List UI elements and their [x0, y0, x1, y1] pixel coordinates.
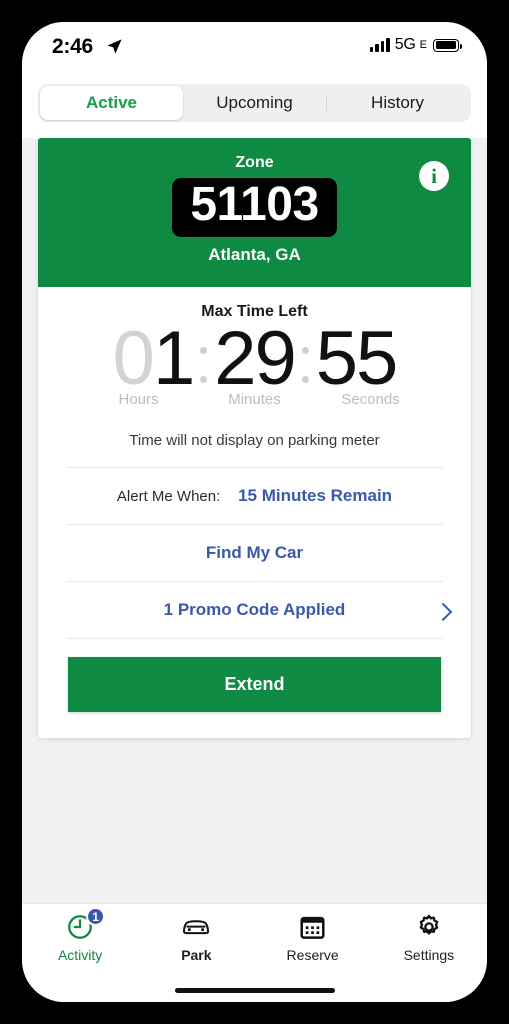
- status-indicators: 5G E: [369, 36, 462, 54]
- timer-label-hours: Hours: [118, 391, 159, 409]
- promo-code-row[interactable]: 1 Promo Code Applied: [38, 582, 471, 638]
- nav-label-park: Park: [181, 947, 212, 963]
- car-icon: [181, 912, 211, 942]
- timer-colon-1-icon: [193, 319, 214, 383]
- tab-history[interactable]: History: [326, 86, 469, 120]
- signal-bars-icon: [369, 38, 390, 52]
- clock-icon: 1: [66, 907, 106, 942]
- info-icon[interactable]: i: [419, 161, 449, 191]
- zone-header: Zone 51103 Atlanta, GA i: [38, 138, 471, 287]
- activity-badge: 1: [86, 907, 106, 926]
- alert-me-when-value: 15 Minutes Remain: [238, 486, 393, 506]
- home-indicator: [174, 988, 335, 993]
- tab-active-label: Active: [85, 93, 138, 112]
- alert-me-when-label: Alert Me When:: [116, 488, 221, 506]
- tab-history-label: History: [371, 93, 424, 112]
- nav-label-activity: Activity: [57, 947, 103, 963]
- nav-item-reserve[interactable]: Reserve: [255, 912, 371, 963]
- nav-label-settings: Settings: [403, 947, 455, 963]
- tab-active[interactable]: Active: [40, 86, 183, 120]
- parking-session-card: Zone 51103 Atlanta, GA i Max Time Left 0…: [38, 138, 471, 739]
- status-time: 2:46: [52, 35, 93, 58]
- extend-button-wrap: Extend: [38, 639, 471, 738]
- find-my-car-label: Find My Car: [205, 543, 304, 563]
- extend-button[interactable]: Extend: [68, 657, 441, 713]
- zone-label: Zone: [235, 154, 274, 171]
- meter-note: Time will not display on parking meter: [129, 432, 380, 450]
- promo-code-label: 1 Promo Code Applied: [163, 600, 346, 620]
- tab-upcoming[interactable]: Upcoming: [183, 86, 326, 120]
- nav-item-settings[interactable]: Settings: [371, 912, 487, 963]
- timer-hours-dim: 0: [112, 315, 155, 401]
- alert-me-when-row[interactable]: Alert Me When: 15 Minutes Remain: [38, 468, 471, 524]
- timer-colon-2-icon: [295, 319, 316, 383]
- info-icon-glyph: i: [431, 163, 437, 188]
- find-my-car-row[interactable]: Find My Car: [38, 525, 471, 581]
- calendar-icon: [299, 912, 326, 942]
- segment-divider: [326, 95, 327, 111]
- timer-unit-labels: Hours Minutes Seconds: [38, 391, 471, 408]
- timer-hours: 1: [152, 315, 195, 401]
- phone-frame: 2:46 5G E Active Upcoming History Zone 5…: [0, 0, 509, 1024]
- timer-seconds: 55: [315, 315, 399, 401]
- nav-label-reserve: Reserve: [286, 947, 339, 963]
- network-sub-label: E: [419, 39, 427, 51]
- zone-number-plate: 51103: [172, 178, 337, 237]
- network-label: 5G: [394, 36, 416, 53]
- location-arrow-icon: [107, 39, 122, 54]
- segmented-control: Active Upcoming History: [38, 84, 471, 122]
- chevron-right-icon: [433, 603, 453, 622]
- phone-screen: 2:46 5G E Active Upcoming History Zone 5…: [22, 22, 487, 1002]
- timer-digits: 0 1 29 55: [38, 315, 471, 401]
- segmented-control-wrap: Active Upcoming History: [22, 74, 487, 138]
- timer-label-minutes: Minutes: [228, 391, 281, 409]
- zone-city: Atlanta, GA: [208, 244, 301, 264]
- tab-upcoming-label: Upcoming: [216, 93, 293, 112]
- nav-item-activity[interactable]: 1 Activity: [22, 907, 138, 963]
- battery-icon: [433, 38, 462, 52]
- timer-minutes: 29: [214, 315, 297, 401]
- timer-section: Max Time Left 0 1 29 55 Hours Minutes Se…: [38, 287, 471, 413]
- status-bar: 2:46 5G E: [22, 22, 487, 74]
- gear-icon: [415, 912, 443, 942]
- timer-label-seconds: Seconds: [341, 391, 400, 409]
- nav-item-park[interactable]: Park: [138, 912, 254, 963]
- zone-number: 51103: [190, 178, 319, 231]
